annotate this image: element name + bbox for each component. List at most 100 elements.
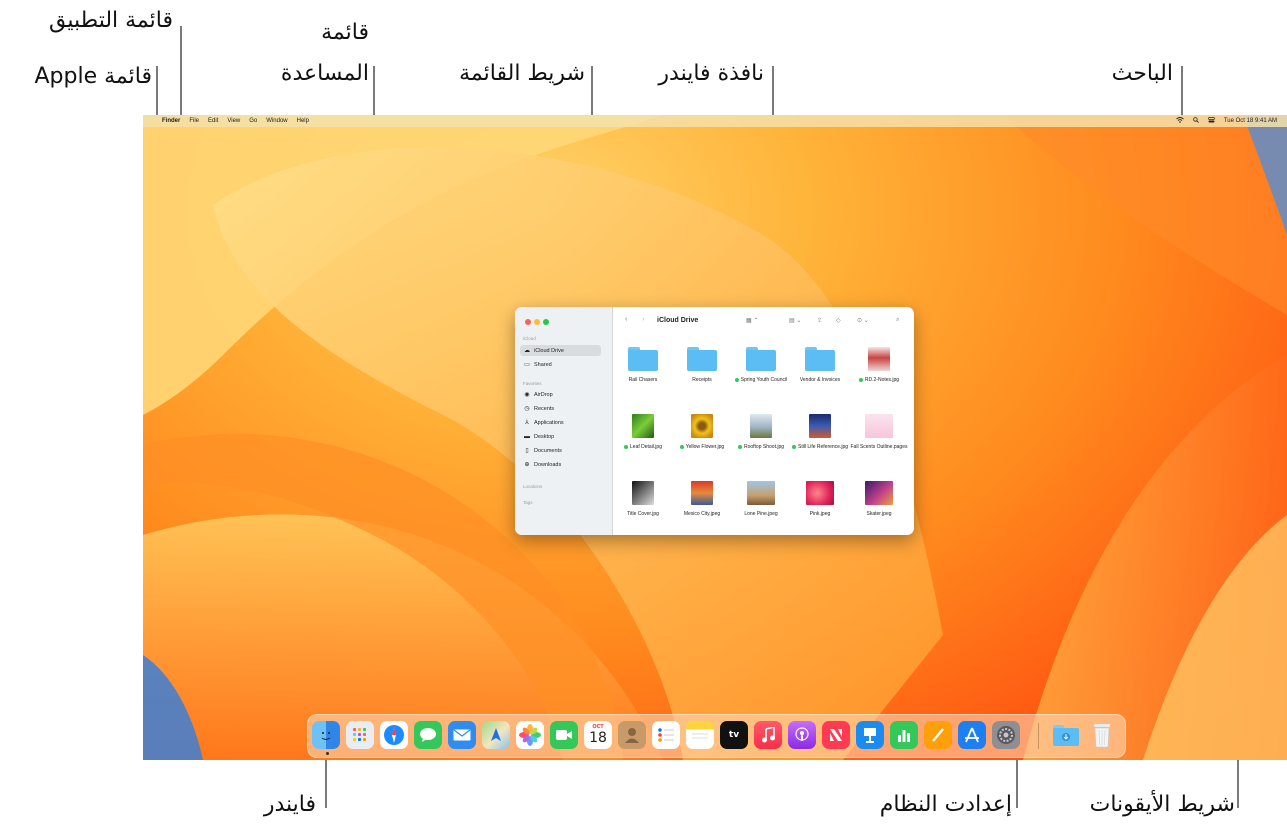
finder-item[interactable]: Rail Chasers <box>613 347 673 384</box>
dock-keynote-icon[interactable] <box>856 721 884 749</box>
control-center-icon[interactable] <box>1208 117 1215 125</box>
callout-help-menu-line2: المساعدة <box>280 61 369 86</box>
sidebar-item-label: Applications <box>534 419 564 426</box>
menu-help[interactable]: Help <box>297 118 309 124</box>
finder-toolbar: ‹ › iCloud Drive ▦ ⌃ ▤ ⌄ ⇪ ◇ ⊙ ⌄ ⌕ <box>613 307 914 335</box>
search-icon[interactable]: ⌕ <box>896 317 899 324</box>
sidebar-item-airdrop[interactable]: ◉ AirDrop <box>520 389 601 400</box>
image-thumbnail <box>747 481 775 505</box>
image-thumbnail <box>632 414 654 438</box>
dock-safari-icon[interactable] <box>380 721 408 749</box>
calendar-day: 18 <box>589 730 607 746</box>
leader-line-system-settings <box>1016 760 1018 808</box>
tag-icon[interactable]: ◇ <box>836 317 841 324</box>
back-arrow-icon[interactable]: ‹ <box>625 316 627 323</box>
dock-system-settings-icon[interactable] <box>992 721 1020 749</box>
dock-contacts-icon[interactable] <box>618 721 646 749</box>
leader-line-menu-bar <box>591 66 593 116</box>
icon-view-icon[interactable]: ▦ ⌃ <box>746 317 758 324</box>
sidebar-item-shared[interactable]: ▭ Shared <box>520 359 601 370</box>
finder-item-label: Vendor & Invoices <box>799 377 841 383</box>
forward-arrow-icon[interactable]: › <box>642 316 644 323</box>
dock-music-icon[interactable] <box>754 721 782 749</box>
sidebar-item-label: Documents <box>534 447 562 454</box>
menu-edit[interactable]: Edit <box>208 118 218 124</box>
dock-photos-icon[interactable] <box>516 721 544 749</box>
running-indicator-dot <box>326 752 329 755</box>
dock-notes-icon[interactable] <box>686 721 714 749</box>
folder-icon <box>687 347 717 371</box>
finder-item-label: Still Life Reference.jpg <box>797 444 849 450</box>
dock-trash-icon[interactable] <box>1088 721 1116 749</box>
close-window-button[interactable] <box>525 319 531 325</box>
dock-mail-icon[interactable] <box>448 721 476 749</box>
menu-go[interactable]: Go <box>249 118 257 124</box>
callout-dock: شريط الأيقونات <box>1089 792 1235 817</box>
group-icon[interactable]: ▤ ⌄ <box>789 317 801 324</box>
dock-facetime-icon[interactable] <box>550 721 578 749</box>
menu-file[interactable]: File <box>189 118 199 124</box>
sync-status-dot <box>679 444 684 449</box>
finder-item[interactable]: Lone Pine.jpeg <box>731 481 791 518</box>
menu-app-finder[interactable]: Finder <box>162 118 180 124</box>
callout-app-menu: قائمة التطبيق <box>49 8 173 33</box>
image-thumbnail <box>868 347 890 371</box>
dock-maps-icon[interactable] <box>482 721 510 749</box>
finder-item[interactable]: Vendor & Invoices <box>790 347 850 384</box>
sidebar-item-icloud-drive[interactable]: ☁ iCloud Drive <box>520 345 601 356</box>
finder-item[interactable]: Title Cover.jpg <box>613 481 673 518</box>
sidebar-section-locations: Locations <box>523 484 543 489</box>
finder-item[interactable]: RD.2-Notes.jpg <box>849 347 909 384</box>
sidebar-item-documents[interactable]: ▯ Documents <box>520 445 601 456</box>
dock-apple-tv-icon[interactable]: tv <box>720 721 748 749</box>
sidebar-item-downloads[interactable]: ⊕ Downloads <box>520 459 601 470</box>
sync-status-dot <box>737 444 742 449</box>
sidebar-item-applications[interactable]: ⅄ Applications <box>520 417 601 428</box>
wifi-icon[interactable] <box>1176 117 1184 125</box>
dock-news-icon[interactable] <box>822 721 850 749</box>
apple-tv-label: tv <box>728 730 740 740</box>
finder-item[interactable]: Fall Scents Outline.pages <box>849 414 909 451</box>
dock-downloads-folder-icon[interactable] <box>1052 721 1080 749</box>
finder-item-label: Receipts <box>692 377 712 383</box>
finder-item[interactable]: Yellow Flower.jpg <box>672 414 732 451</box>
image-thumbnail <box>750 414 772 438</box>
document-thumbnail <box>865 414 893 438</box>
minimize-window-button[interactable] <box>534 319 540 325</box>
image-thumbnail <box>632 481 654 505</box>
dock-messages-icon[interactable] <box>414 721 442 749</box>
share-icon[interactable]: ⇪ <box>817 317 822 324</box>
finder-item-label: Lone Pine.jpeg <box>744 511 778 517</box>
more-actions-icon[interactable]: ⊙ ⌄ <box>857 317 869 324</box>
leader-line-finder <box>325 760 327 808</box>
dock-numbers-icon[interactable] <box>890 721 918 749</box>
dock-launchpad-icon[interactable] <box>346 721 374 749</box>
clock-icon: ◷ <box>524 406 530 412</box>
finder-item[interactable]: Receipts <box>672 347 732 384</box>
dock-calendar-icon[interactable]: OCT 18 <box>584 721 612 749</box>
sidebar-item-desktop[interactable]: ▬ Desktop <box>520 431 601 442</box>
image-thumbnail <box>691 481 713 505</box>
finder-window: iCloud ☁ iCloud Drive ▭ Shared Favorites… <box>515 307 914 535</box>
menu-window[interactable]: Window <box>266 118 287 124</box>
menubar-clock[interactable]: Tue Oct 18 9:41 AM <box>1224 118 1277 124</box>
download-icon: ⊕ <box>524 462 530 468</box>
finder-item[interactable]: Mexico City.jpeg <box>672 481 732 518</box>
finder-item[interactable]: Leaf Detail.jpg <box>613 414 673 451</box>
dock-app-store-icon[interactable] <box>958 721 986 749</box>
image-thumbnail <box>865 481 893 505</box>
finder-item[interactable]: Rooftop Shoot.jpg <box>731 414 791 451</box>
zoom-window-button[interactable] <box>543 319 549 325</box>
image-thumbnail <box>691 414 713 438</box>
finder-item[interactable]: Pink.jpeg <box>790 481 850 518</box>
finder-item[interactable]: Spring Youth Council <box>731 347 791 384</box>
spotlight-search-icon[interactable] <box>1193 117 1199 125</box>
dock-pages-icon[interactable] <box>924 721 952 749</box>
finder-item[interactable]: Skater.jpeg <box>849 481 909 518</box>
dock-podcasts-icon[interactable] <box>788 721 816 749</box>
dock-reminders-icon[interactable] <box>652 721 680 749</box>
dock-finder-icon[interactable] <box>312 721 340 749</box>
sidebar-item-recents[interactable]: ◷ Recents <box>520 403 601 414</box>
menu-view[interactable]: View <box>227 118 240 124</box>
finder-item[interactable]: Still Life Reference.jpg <box>790 414 850 451</box>
